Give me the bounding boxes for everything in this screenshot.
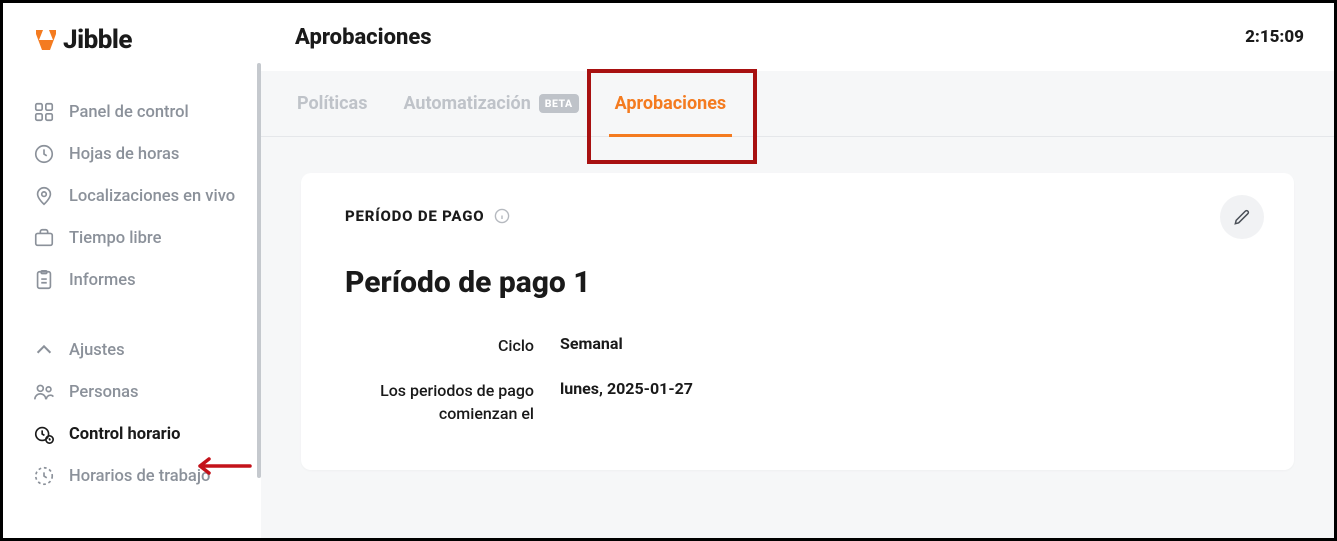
timer: 2:15:09 [1245, 27, 1304, 47]
sidebar-label: Ajustes [69, 341, 125, 360]
logo-text: Jibble [63, 25, 132, 55]
field-row-cycle: Ciclo Semanal [345, 334, 1250, 357]
pay-period-card: PERÍODO DE PAGO Período de pago 1 Ciclo … [301, 173, 1294, 470]
location-icon [33, 185, 55, 207]
sidebar-label: Panel de control [69, 103, 189, 122]
clock-icon [33, 143, 55, 165]
tab-policies[interactable]: Políticas [279, 71, 385, 136]
sidebar-label: Hojas de horas [69, 145, 179, 164]
sidebar-label: Personas [69, 383, 139, 402]
tab-automation[interactable]: Automatización BETA [385, 71, 596, 136]
main: Aprobaciones 2:15:09 Políticas Automatiz… [261, 3, 1334, 538]
briefcase-icon [33, 227, 55, 249]
topbar: Aprobaciones 2:15:09 [261, 3, 1334, 71]
sidebar: Jibble Panel de control Hojas de horas L… [3, 3, 261, 538]
card-title: Período de pago 1 [345, 265, 1250, 300]
nav-section-settings: Ajustes Personas Control horario Horario… [3, 329, 261, 497]
logo[interactable]: Jibble [3, 25, 261, 55]
sidebar-item-people[interactable]: Personas [3, 371, 261, 413]
tab-label: Automatización [403, 93, 530, 114]
tab-label: Políticas [297, 93, 367, 114]
sidebar-label: Informes [69, 271, 136, 290]
sidebar-item-timeoff[interactable]: Tiempo libre [3, 217, 261, 259]
sidebar-label: Control horario [69, 425, 180, 444]
sidebar-label: Horarios de trabajo [69, 467, 210, 486]
page-title: Aprobaciones [295, 25, 432, 50]
sidebar-label: Localizaciones en vivo [69, 187, 235, 206]
nav-section-main: Panel de control Hojas de horas Localiza… [3, 91, 261, 301]
info-icon[interactable] [494, 208, 510, 224]
reports-icon [33, 269, 55, 291]
field-value: Semanal [560, 334, 623, 353]
edit-button[interactable] [1220, 195, 1264, 239]
field-row-start: Los periodos de pago comienzan el lunes,… [345, 379, 1250, 425]
sidebar-label: Tiempo libre [69, 229, 161, 248]
schedule-icon [33, 465, 55, 487]
field-label: Los periodos de pago comienzan el [345, 379, 560, 425]
tabs: Políticas Automatización BETA Aprobacion… [261, 71, 1334, 137]
logo-mark-icon [33, 27, 59, 53]
tab-approvals[interactable]: Aprobaciones [597, 71, 745, 136]
tab-label: Aprobaciones [615, 93, 727, 114]
card-header: PERÍODO DE PAGO [345, 207, 1250, 225]
sidebar-item-schedules[interactable]: Horarios de trabajo [3, 455, 261, 497]
people-icon [33, 381, 55, 403]
sidebar-item-timesheets[interactable]: Hojas de horas [3, 133, 261, 175]
sidebar-item-livelocations[interactable]: Localizaciones en vivo [3, 175, 261, 217]
field-label: Ciclo [345, 334, 560, 357]
card-header-text: PERÍODO DE PAGO [345, 207, 484, 225]
dashboard-icon [33, 101, 55, 123]
time-control-icon [33, 423, 55, 445]
sidebar-item-reports[interactable]: Informes [3, 259, 261, 301]
beta-badge: BETA [539, 94, 579, 113]
content: PERÍODO DE PAGO Período de pago 1 Ciclo … [261, 137, 1334, 470]
field-value: lunes, 2025-01-27 [560, 379, 693, 398]
sidebar-item-dashboard[interactable]: Panel de control [3, 91, 261, 133]
sidebar-item-timecontrol[interactable]: Control horario [3, 413, 261, 455]
sidebar-item-settings[interactable]: Ajustes [3, 329, 261, 371]
chevron-up-icon [33, 339, 55, 361]
pencil-icon [1232, 207, 1252, 227]
